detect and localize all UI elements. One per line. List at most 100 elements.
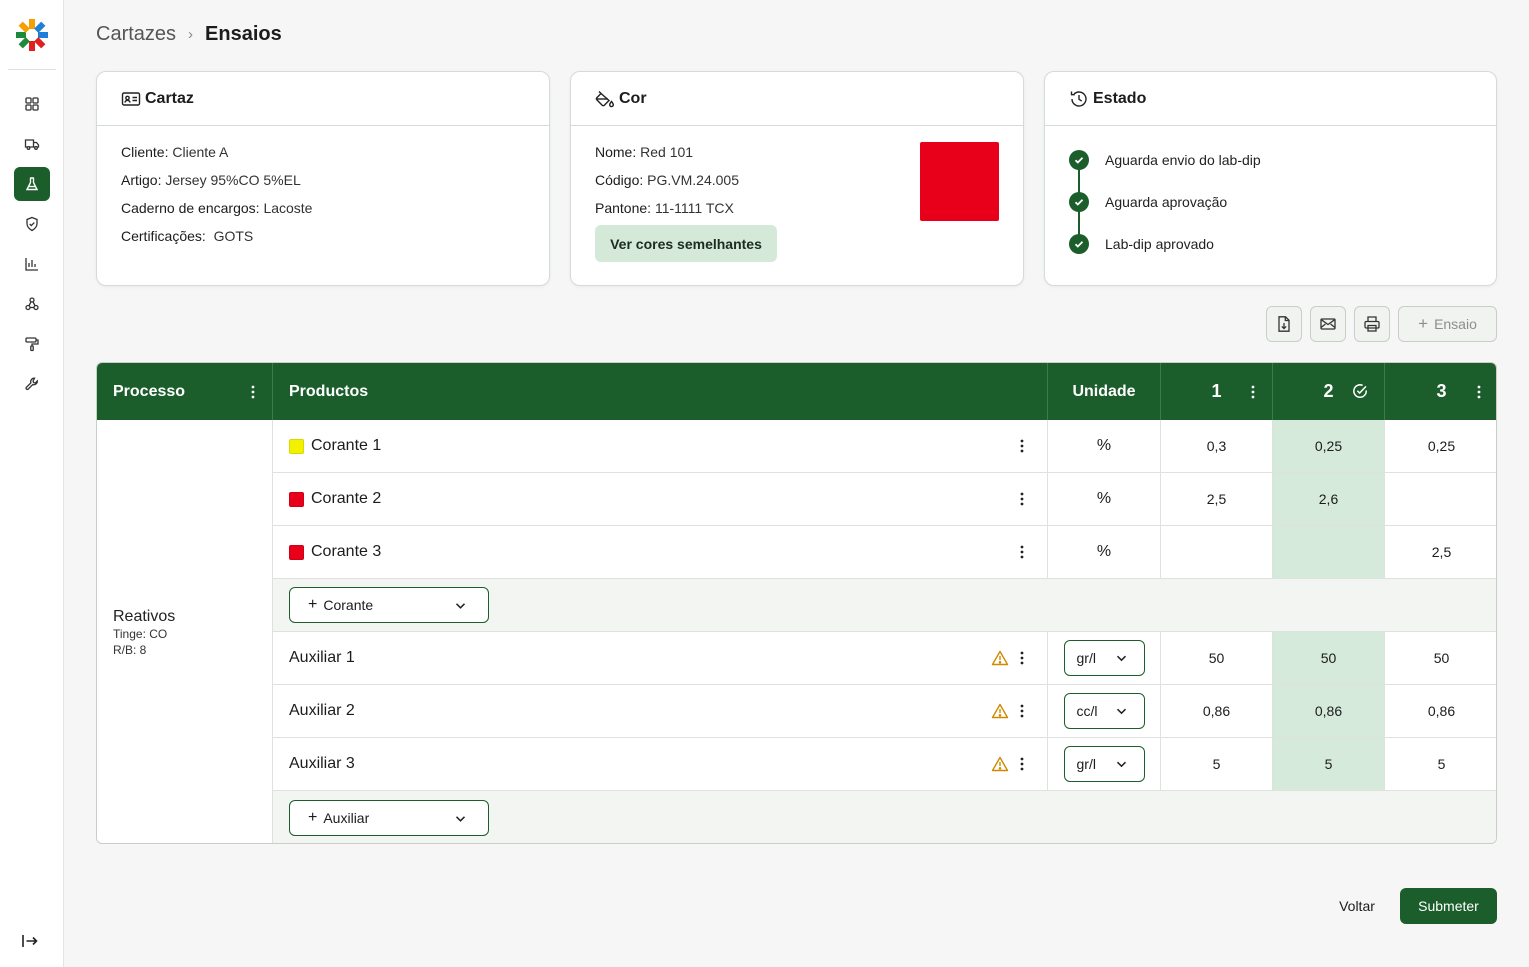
caderno-row: Caderno de encargos: Lacoste [121,200,525,228]
header-ensaio-2[interactable]: 2 [1273,363,1385,420]
add-corante-select[interactable]: + Corante [289,587,489,623]
cor-card: Cor Nome: Red 101 Código: PG.VM.24.005 P… [570,71,1024,286]
estado-card: Estado Aguarda envio do lab-dip Aguarda … [1044,71,1497,286]
table-row-product: Corante 3 [273,526,1048,579]
kebab-menu-icon[interactable] [1017,544,1027,560]
add-ensaio-button[interactable]: + Ensaio [1398,306,1497,342]
unit-cell: % [1048,420,1161,473]
add-ensaio-label: Ensaio [1434,316,1477,332]
value-cell[interactable]: 0,25 [1273,420,1385,473]
unit-select[interactable]: gr/l [1063,640,1145,676]
value-cell[interactable] [1385,473,1496,526]
kebab-menu-icon[interactable] [1017,650,1027,666]
value-cell[interactable]: 2,6 [1273,473,1385,526]
add-auxiliar-select[interactable]: + Auxiliar [289,800,489,836]
value-cell[interactable] [1273,526,1385,579]
value-cell[interactable]: 0,25 [1385,420,1496,473]
unit-select[interactable]: cc/l [1063,693,1145,729]
value-cell[interactable]: 0,86 [1273,685,1385,738]
nav-dashboard[interactable] [14,87,50,121]
email-button[interactable] [1310,306,1346,342]
artigo-label: Artigo: [121,172,162,188]
breadcrumb-parent[interactable]: Cartazes [96,23,176,46]
nav-dyeing[interactable] [14,327,50,361]
product-name: Corante 1 [311,437,382,454]
warning-icon[interactable] [991,756,1009,772]
kebab-menu-icon[interactable] [1472,384,1486,400]
kebab-menu-icon[interactable] [246,384,260,400]
nav-reports[interactable] [14,247,50,281]
codigo-value: PG.VM.24.005 [647,172,739,188]
estado-card-title: Estado [1093,89,1147,107]
printer-icon [1364,316,1380,332]
download-button[interactable] [1266,306,1302,342]
header-ensaio-1-label: 1 [1211,381,1222,401]
value-cell[interactable]: 0,86 [1385,685,1496,738]
value-cell[interactable] [1161,526,1273,579]
header-productos: Productos [273,363,1048,420]
value-cell[interactable]: 50 [1385,632,1496,685]
history-icon [1070,90,1087,107]
plus-icon: + [1418,314,1429,333]
table-row-product: Corante 2 [273,473,1048,526]
check-circle-icon [1069,192,1089,212]
chevron-down-icon [455,603,466,609]
warning-icon[interactable] [991,650,1009,666]
kebab-menu-icon[interactable] [1017,438,1027,454]
value-cell[interactable]: 0,86 [1161,685,1273,738]
nav-settings[interactable] [14,367,50,401]
wrench-icon [25,377,38,391]
cliente-row: Cliente: Cliente A [121,144,525,172]
color-swatch [289,491,304,507]
chevron-down-icon [1116,708,1126,715]
kebab-menu-icon[interactable] [1246,384,1260,400]
value-cell[interactable]: 5 [1273,738,1385,791]
cor-card-header: Cor [571,72,1023,126]
file-download-icon [1278,316,1290,332]
similar-colors-button[interactable]: Ver cores semelhantes [595,225,777,262]
submit-button[interactable]: Submeter [1400,888,1497,924]
header-ensaio-1[interactable]: 1 [1161,363,1273,420]
grid-icon [25,97,39,111]
warning-icon[interactable] [991,703,1009,719]
kebab-menu-icon[interactable] [1017,703,1027,719]
product-name: Corante 3 [311,543,382,560]
nav-shipping[interactable] [14,127,50,161]
cartaz-card-title: Cartaz [145,89,194,107]
value-cell[interactable]: 50 [1161,632,1273,685]
cliente-label: Cliente: [121,144,169,160]
timeline-step: Aguarda aprovação [1069,192,1496,234]
artigo-value: Jersey 95%CO 5%EL [165,172,301,188]
unit-cell: gr/l [1048,738,1161,791]
product-name: Corante 2 [311,490,382,507]
check-circle-icon [1069,234,1089,254]
add-auxiliar-row: + Auxiliar [273,791,1496,843]
sidebar-collapse-button[interactable] [18,929,42,953]
unit-cell: cc/l [1048,685,1161,738]
nav-chemistry[interactable] [14,287,50,321]
app-logo[interactable] [15,18,49,52]
unit-select[interactable]: gr/l [1063,746,1145,782]
certificacoes-value: GOTS [213,228,254,244]
cartaz-card: Cartaz Cliente: Cliente A Artigo: Jersey… [96,71,550,286]
nav-lab[interactable] [14,167,50,201]
kebab-menu-icon[interactable] [1017,756,1027,772]
header-processo: Processo [97,363,273,420]
value-cell[interactable]: 2,5 [1385,526,1496,579]
value-cell[interactable]: 5 [1385,738,1496,791]
value-cell[interactable]: 2,5 [1161,473,1273,526]
value-cell[interactable]: 0,3 [1161,420,1273,473]
caderno-label: Caderno de encargos: [121,200,260,216]
nav-quality[interactable] [14,207,50,241]
print-button[interactable] [1354,306,1390,342]
kebab-menu-icon[interactable] [1017,491,1027,507]
unit-select-value: gr/l [1076,756,1096,772]
back-button[interactable]: Voltar [1326,888,1388,924]
product-name: Auxiliar 2 [289,702,355,719]
value-cell[interactable]: 50 [1273,632,1385,685]
mail-icon [1320,318,1336,330]
header-ensaio-3[interactable]: 3 [1385,363,1496,420]
add-corante-row: + Corante [273,579,1496,632]
estado-card-header: Estado [1045,72,1496,126]
value-cell[interactable]: 5 [1161,738,1273,791]
